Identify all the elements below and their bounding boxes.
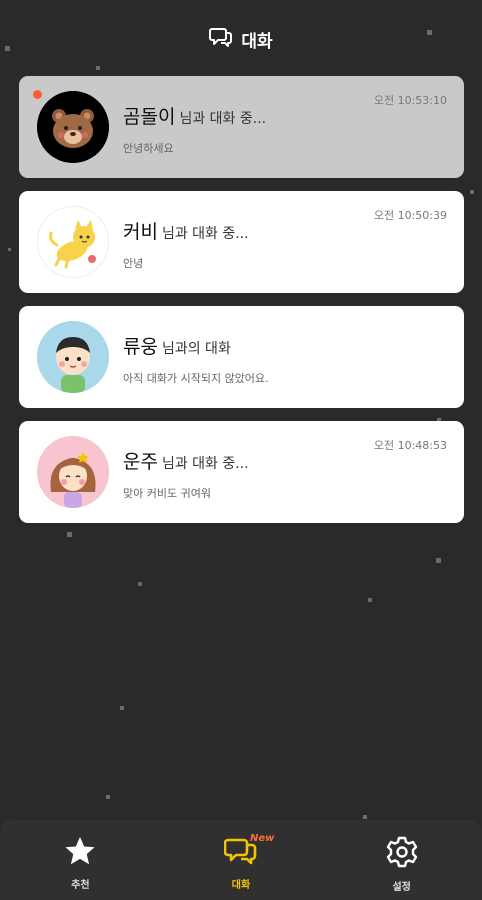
- star-icon: [64, 836, 96, 870]
- chat-preview: 맞아 커비도 귀여워: [123, 487, 211, 500]
- chat-item-unju[interactable]: 오전 10:48:53 운주 님과 대화 중... 맞아 커비도 귀여워: [19, 421, 464, 523]
- girl-avatar-icon: [37, 436, 109, 508]
- chat-name: 곰돌이: [123, 106, 176, 128]
- nav-item-chat[interactable]: New 대화: [161, 820, 322, 900]
- chat-preview: 안녕하세요: [123, 142, 174, 155]
- page-title: 대화: [241, 31, 273, 52]
- chat-preview: 안녕: [123, 257, 144, 270]
- chat-item-ryuung[interactable]: 류웅 님과의 대화 아직 대화가 시작되지 않았어요.: [19, 306, 464, 408]
- chat-time: 오전 10:48:53: [373, 439, 447, 452]
- gear-icon: [386, 836, 418, 872]
- chat-status: 님과 대화 중...: [179, 111, 267, 127]
- chat-list: 오전 10:53:10 곰돌이 님과 대화 중... 안녕하세요 오전 10:50…: [19, 76, 464, 536]
- chat-title: 류웅 님과의 대화: [123, 332, 231, 359]
- unread-dot: [33, 90, 42, 99]
- nav-label: 대화: [231, 880, 251, 891]
- chat-name: 류웅: [123, 336, 158, 358]
- bottom-nav: 추천 New 대화 설정: [0, 820, 482, 900]
- chat-title: 운주 님과 대화 중...: [123, 447, 249, 474]
- nav-item-recommend[interactable]: 추천: [0, 820, 161, 900]
- chat-bubbles-icon: [209, 26, 233, 52]
- bear-avatar-icon: [37, 91, 109, 163]
- chat-time: 오전 10:53:10: [373, 94, 447, 107]
- chat-name: 커비: [123, 221, 158, 243]
- chat-preview: 아직 대화가 시작되지 않았어요.: [123, 372, 269, 385]
- chat-title: 곰돌이 님과 대화 중...: [123, 102, 266, 129]
- chat-item-gomdori[interactable]: 오전 10:53:10 곰돌이 님과 대화 중... 안녕하세요: [19, 76, 464, 178]
- chat-item-kirby[interactable]: 오전 10:50:39 커비 님과 대화 중... 안녕: [19, 191, 464, 293]
- chat-name: 운주: [123, 451, 158, 473]
- nav-item-settings[interactable]: 설정: [321, 820, 482, 900]
- yellow-cat-avatar-icon: [37, 206, 109, 278]
- new-badge: New: [250, 833, 275, 844]
- chat-status: 님과 대화 중...: [161, 456, 249, 472]
- header: 대화: [0, 22, 482, 56]
- chat-status: 님과의 대화: [161, 341, 231, 357]
- chat-status: 님과 대화 중...: [161, 226, 249, 242]
- boy-avatar-icon: [37, 321, 109, 393]
- nav-label: 설정: [392, 882, 411, 893]
- chat-title: 커비 님과 대화 중...: [123, 217, 249, 244]
- chat-time: 오전 10:50:39: [373, 209, 447, 222]
- nav-label: 추천: [71, 880, 90, 891]
